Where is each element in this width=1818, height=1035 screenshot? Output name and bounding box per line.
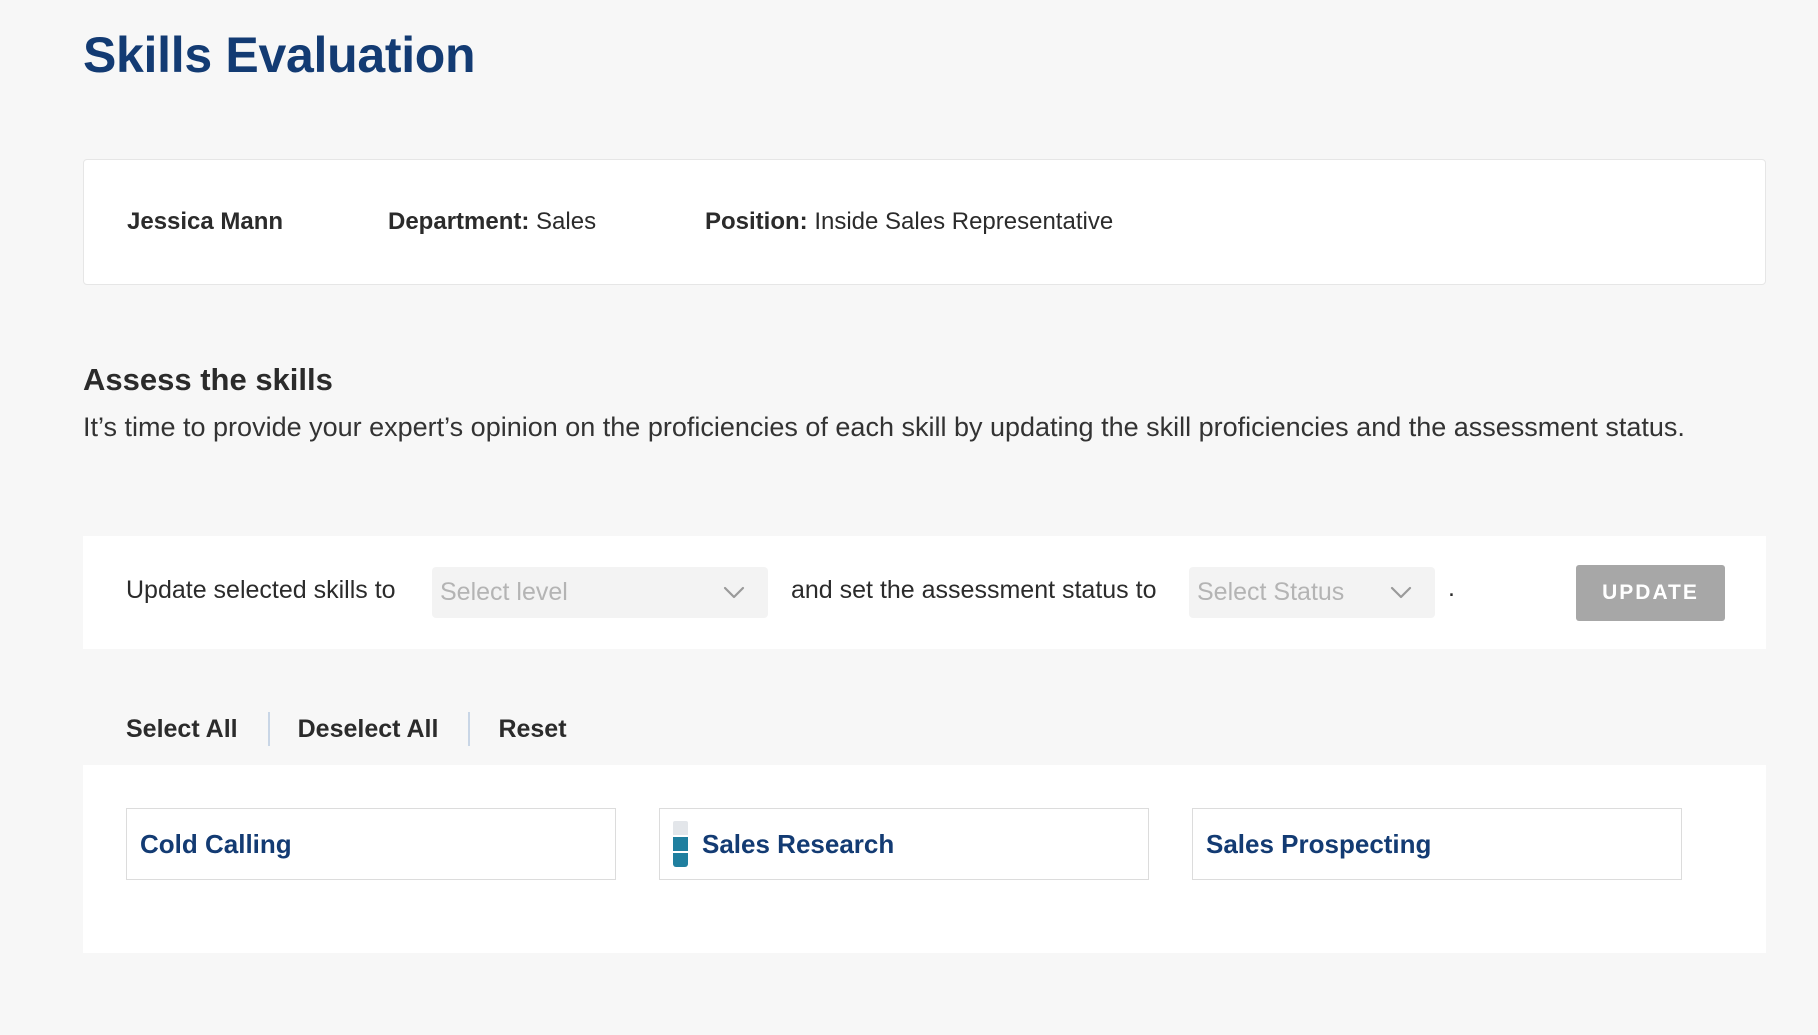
level-segment-2 [673,837,688,851]
level-segment-3 [673,821,688,835]
proficiency-level-icon [673,821,688,867]
update-button[interactable]: UPDATE [1576,565,1725,621]
position-value: Inside Sales Representative [814,208,1114,235]
assess-section-title: Assess the skills [83,362,333,397]
employee-name: Jessica Mann [127,208,284,235]
deselect-all-link[interactable]: Deselect All [298,715,439,744]
status-select[interactable]: Select Status [1189,567,1435,618]
employee-info-card: Jessica Mann Department: Sales Position:… [83,159,1766,285]
bulk-update-prefix: Update selected skills to [126,576,396,604]
department-label: Department: [388,208,530,235]
employee-position: Position: Inside Sales Representative [705,208,1113,236]
employee-department: Department: Sales [388,208,705,236]
skills-panel: Cold Calling Sales Research Sales Prospe… [83,765,1766,953]
skill-name: Sales Research [702,828,895,859]
select-all-link[interactable]: Select All [126,715,238,744]
level-select[interactable]: Select level [432,567,768,618]
level-segment-1 [673,853,688,867]
skill-card-sales-research[interactable]: Sales Research [659,808,1149,880]
selection-actions: Select All Deselect All Reset [126,712,567,746]
skill-card-cold-calling[interactable]: Cold Calling [126,808,616,880]
chevron-down-icon [723,586,745,599]
department-value: Sales [536,208,597,235]
bulk-update-middle: and set the assessment status to [791,576,1157,604]
divider [267,712,270,746]
level-select-placeholder: Select level [440,578,568,606]
skill-name: Sales Prospecting [1206,828,1432,859]
assess-section-description: It’s time to provide your expert’s opini… [83,412,1685,442]
reset-link[interactable]: Reset [498,715,566,744]
chevron-down-icon [1390,586,1412,599]
skill-card-sales-prospecting[interactable]: Sales Prospecting [1192,808,1682,880]
divider [468,712,471,746]
position-label: Position: [705,208,808,235]
bulk-update-suffix: . [1448,574,1455,602]
page-title: Skills Evaluation [83,27,476,83]
bulk-update-bar: Update selected skills to Select level a… [83,536,1766,649]
skill-name: Cold Calling [140,828,292,859]
status-select-placeholder: Select Status [1197,578,1345,606]
